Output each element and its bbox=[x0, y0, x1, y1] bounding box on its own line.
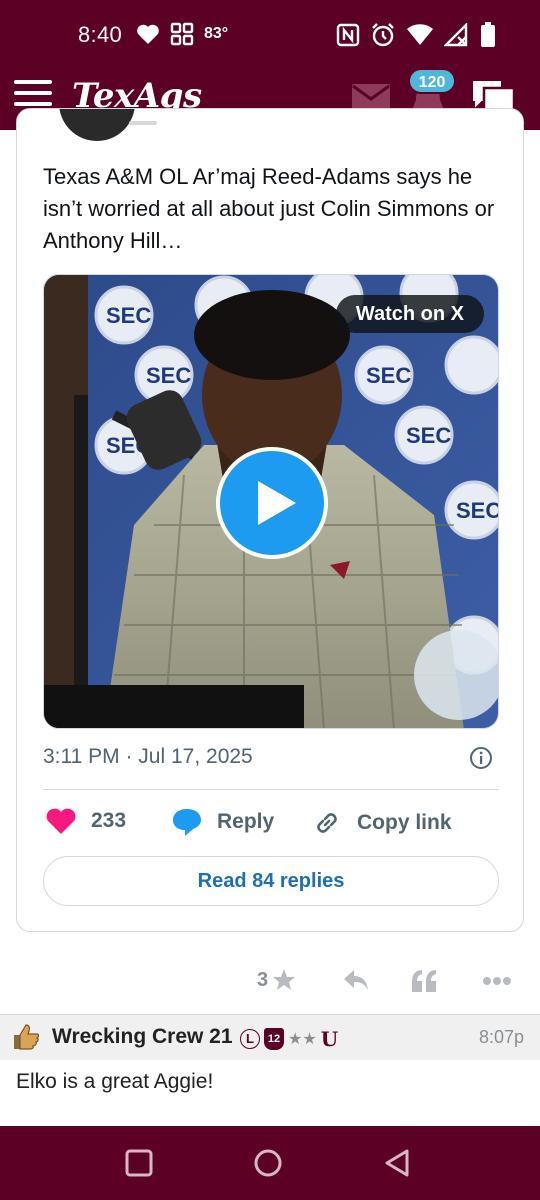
copy-link-button[interactable]: Copy link bbox=[311, 807, 452, 839]
watch-on-x-button[interactable]: Watch on X bbox=[335, 295, 484, 333]
like-heart-icon bbox=[46, 808, 76, 834]
back-button-icon[interactable] bbox=[382, 1148, 412, 1178]
rating-count: 3 bbox=[257, 968, 269, 991]
heart-icon bbox=[137, 24, 159, 44]
reply-body: Elko is a great Aggie! bbox=[16, 1070, 214, 1093]
reply-post-header: Wrecking Crew 21 L 12 ★★ U 8:07p bbox=[0, 1014, 540, 1060]
like-count: 233 bbox=[91, 809, 127, 832]
temperature: 83° bbox=[204, 25, 229, 42]
nfc-icon bbox=[336, 23, 360, 47]
clock: 8:40 bbox=[78, 22, 123, 47]
reply-time: 8:07p bbox=[478, 1027, 524, 1047]
user-badges: L 12 ★★ U bbox=[240, 1027, 338, 1051]
quote-icon[interactable] bbox=[410, 968, 438, 994]
tweet-embed[interactable]: Texas A&M OL Ar’maj Reed-Adams says he i… bbox=[16, 108, 524, 932]
svg-text:SEC: SEC bbox=[106, 303, 151, 328]
badge-l: L bbox=[240, 1029, 260, 1049]
svg-text:SEC: SEC bbox=[146, 363, 191, 388]
apps-grid-icon bbox=[170, 22, 194, 46]
info-icon[interactable] bbox=[469, 746, 493, 770]
tweet-author-avatar[interactable] bbox=[59, 109, 135, 141]
reply-arrow-icon[interactable] bbox=[342, 968, 370, 992]
tweet-text: Texas A&M OL Ar’maj Reed-Adams says he i… bbox=[43, 164, 495, 253]
reply-username[interactable]: Wrecking Crew 21 bbox=[52, 1025, 233, 1049]
reply-label: Reply bbox=[217, 810, 275, 833]
svg-text:SEC: SEC bbox=[456, 498, 499, 523]
tweet-author-line bbox=[129, 121, 157, 125]
tweet-divider bbox=[43, 789, 499, 790]
notification-badge[interactable]: 120 bbox=[408, 68, 456, 94]
star-icon bbox=[273, 969, 296, 990]
battery-icon bbox=[481, 22, 495, 47]
tweet-timestamp[interactable]: 3:11 PM · Jul 17, 2025 bbox=[43, 745, 253, 769]
reply-bubble-icon bbox=[173, 809, 201, 836]
more-icon[interactable] bbox=[482, 976, 512, 986]
status-right-icons bbox=[336, 22, 496, 48]
status-left-icons: 83° bbox=[136, 22, 228, 46]
signal-icon bbox=[444, 23, 468, 47]
badge-12th-man: 12 bbox=[264, 1028, 284, 1050]
badge-u: U bbox=[320, 1027, 339, 1051]
copy-link-label: Copy link bbox=[357, 811, 452, 834]
badge-stars: ★★ bbox=[288, 1031, 317, 1048]
link-icon bbox=[317, 813, 337, 833]
mail-icon[interactable] bbox=[352, 84, 390, 110]
like-button[interactable]: 233 bbox=[45, 807, 126, 835]
svg-text:SEC: SEC bbox=[366, 363, 411, 388]
post-actions: 3 bbox=[0, 960, 540, 1000]
play-icon[interactable] bbox=[216, 447, 328, 559]
system-nav-bar bbox=[0, 1126, 540, 1200]
recents-button-icon[interactable] bbox=[124, 1148, 154, 1178]
rating-button[interactable]: 3 bbox=[257, 968, 296, 992]
read-replies-button[interactable]: Read 84 replies bbox=[43, 856, 499, 906]
reply-button[interactable]: Reply bbox=[171, 807, 274, 837]
alarm-icon bbox=[372, 23, 394, 47]
menu-icon[interactable] bbox=[14, 80, 54, 110]
home-button-icon[interactable] bbox=[253, 1148, 283, 1178]
tweet-video[interactable]: SEC SEC SEC SEC SEC SEC Watch on X bbox=[43, 274, 499, 729]
status-bar: 8:40 83° bbox=[0, 0, 540, 70]
tweet-actions: 233 Reply Copy link bbox=[43, 807, 499, 841]
gig-em-thumb-icon bbox=[14, 1024, 40, 1050]
wifi-icon bbox=[407, 24, 433, 45]
svg-text:SEC: SEC bbox=[406, 423, 451, 448]
